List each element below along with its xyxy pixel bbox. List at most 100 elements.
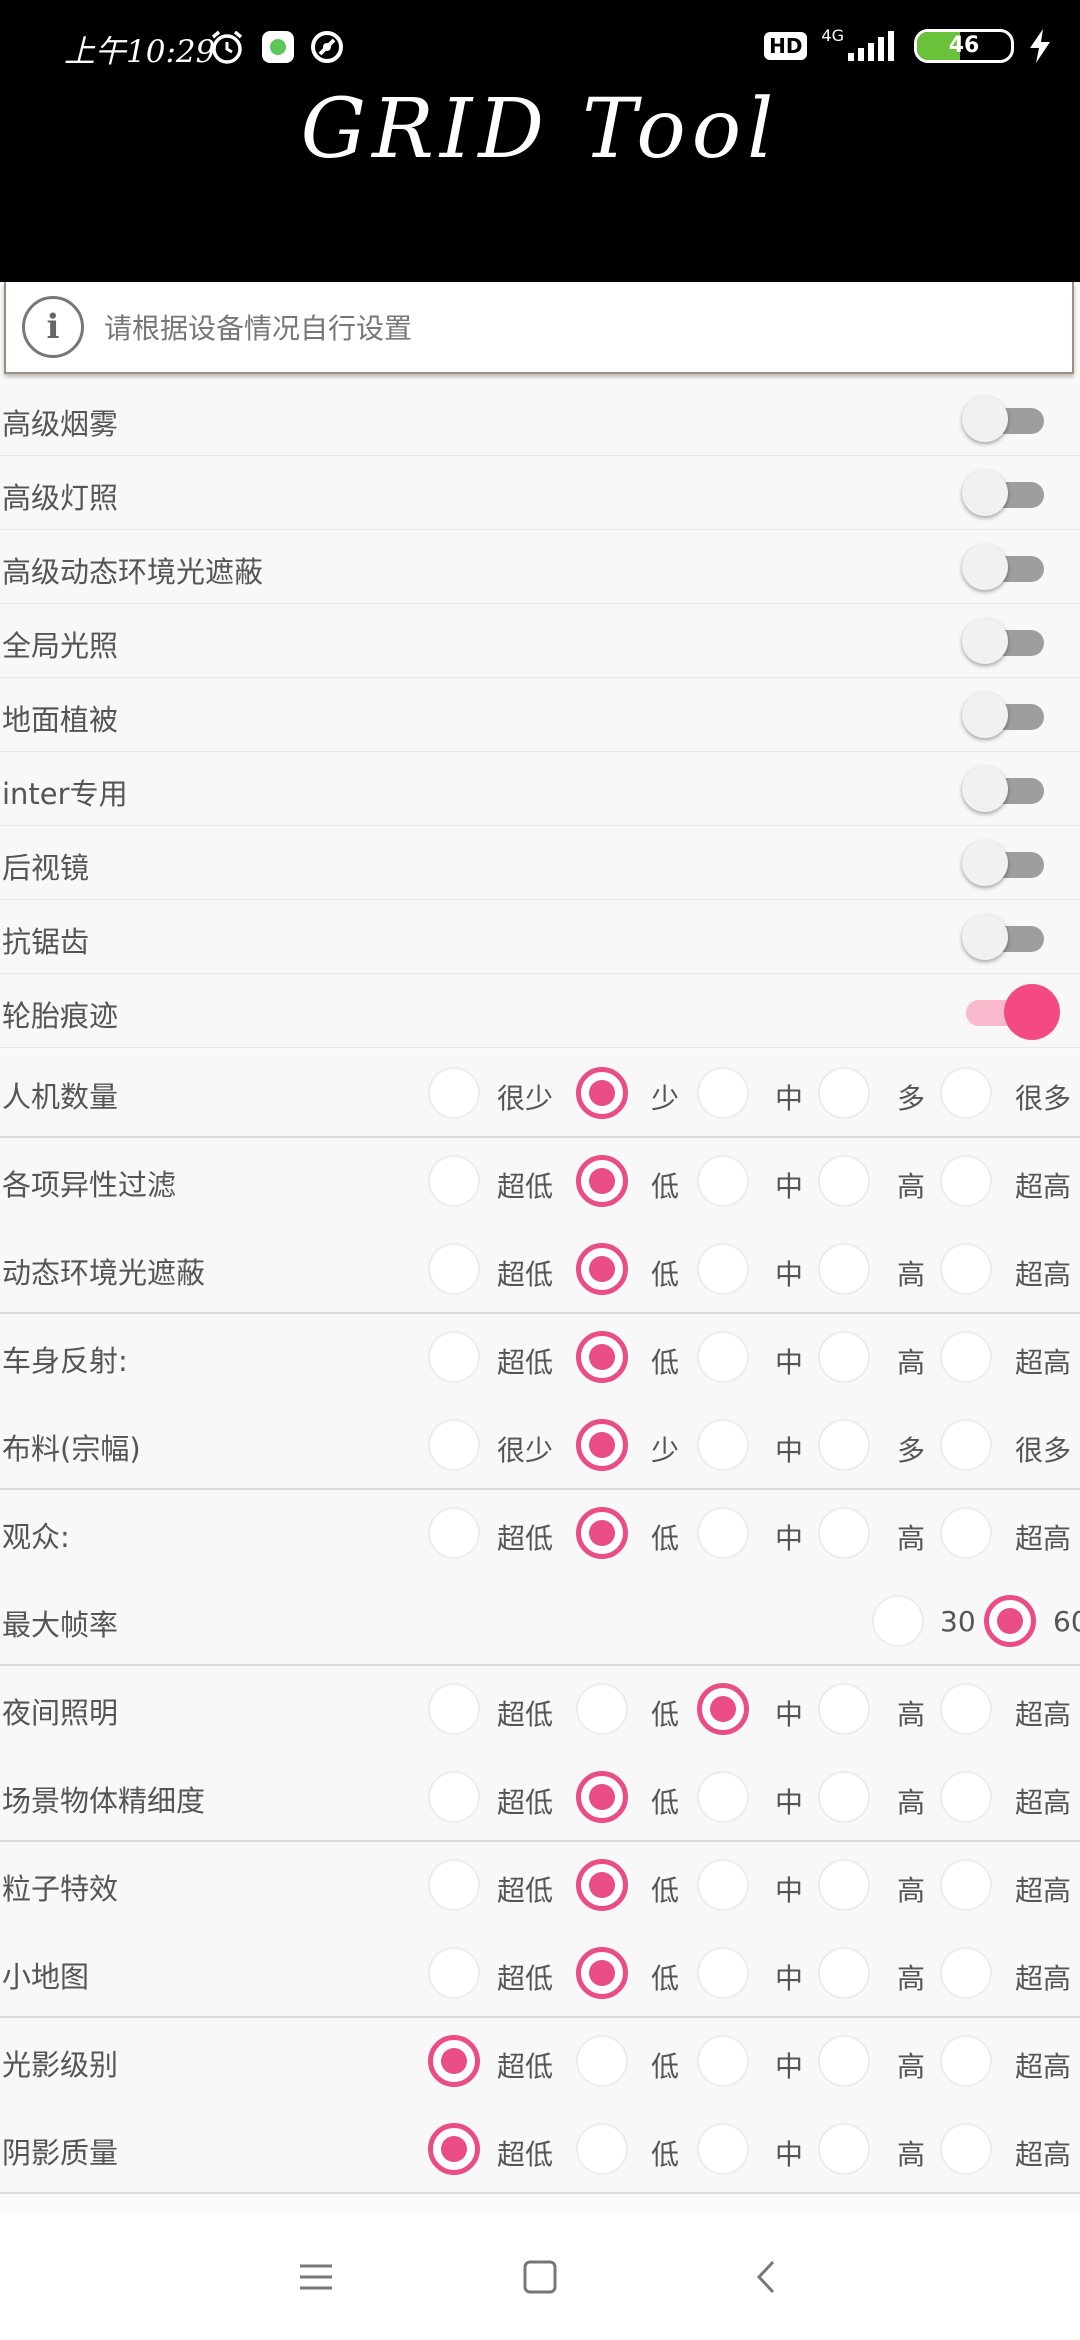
radio-button[interactable] (576, 1155, 628, 1207)
radio-option-label[interactable]: 超高 (1015, 1341, 1071, 1381)
radio-button[interactable] (940, 1155, 992, 1207)
radio-option-label[interactable]: 中 (775, 1077, 803, 1117)
radio-button[interactable] (576, 1683, 628, 1735)
radio-button[interactable] (818, 1155, 870, 1207)
radio-option-label[interactable]: 多 (897, 1429, 925, 1469)
radio-button[interactable] (697, 1067, 749, 1119)
radio-option-label[interactable]: 少 (651, 1077, 679, 1117)
radio-option-label[interactable]: 超高 (1015, 1693, 1071, 1733)
radio-option-label[interactable]: 高 (897, 1165, 925, 1205)
radio-option-label[interactable]: 超高 (1015, 1869, 1071, 1909)
radio-button[interactable] (428, 1507, 480, 1559)
radio-option-label[interactable]: 中 (775, 1693, 803, 1733)
radio-button[interactable] (428, 1243, 480, 1295)
toggle-switch[interactable] (962, 984, 1060, 1040)
radio-option-label[interactable]: 低 (651, 1517, 679, 1557)
radio-option-label[interactable]: 高 (897, 2045, 925, 2085)
radio-option-label[interactable]: 低 (651, 2045, 679, 2085)
radio-button[interactable] (576, 1859, 628, 1911)
back-icon[interactable] (743, 2252, 793, 2302)
radio-option-label[interactable]: 低 (651, 1253, 679, 1293)
radio-option-label[interactable]: 超低 (497, 1957, 553, 1997)
radio-button[interactable] (818, 1859, 870, 1911)
radio-option-label[interactable]: 超高 (1015, 2045, 1071, 2085)
radio-option-label[interactable]: 低 (651, 1165, 679, 1205)
radio-button[interactable] (818, 1771, 870, 1823)
radio-option-label[interactable]: 很多 (1015, 1077, 1071, 1117)
toggle-switch[interactable] (962, 914, 1048, 960)
radio-option-label[interactable]: 超高 (1015, 1517, 1071, 1557)
radio-button[interactable] (818, 1683, 870, 1735)
radio-option-label[interactable]: 高 (897, 1781, 925, 1821)
radio-button[interactable] (940, 1507, 992, 1559)
home-icon[interactable] (515, 2252, 565, 2302)
radio-option-label[interactable]: 高 (897, 1517, 925, 1557)
radio-option-label[interactable]: 中 (775, 1253, 803, 1293)
radio-option-label[interactable]: 超低 (497, 2045, 553, 2085)
radio-option-label[interactable]: 中 (775, 2133, 803, 2173)
radio-option-label[interactable]: 中 (775, 1517, 803, 1557)
radio-option-label[interactable]: 高 (897, 2133, 925, 2173)
radio-button[interactable] (818, 1243, 870, 1295)
radio-option-label[interactable]: 高 (897, 1253, 925, 1293)
radio-button[interactable] (940, 1419, 992, 1471)
toggle-switch[interactable] (962, 766, 1048, 812)
radio-option-label[interactable]: 少 (651, 1429, 679, 1469)
radio-option-label[interactable]: 高 (897, 1869, 925, 1909)
radio-button[interactable] (818, 2035, 870, 2087)
radio-option-label[interactable]: 低 (651, 1957, 679, 1997)
radio-button[interactable] (940, 1683, 992, 1735)
radio-option-label[interactable]: 中 (775, 1341, 803, 1381)
radio-button[interactable] (697, 1155, 749, 1207)
radio-option-label[interactable]: 高 (897, 1341, 925, 1381)
radio-button[interactable] (818, 1947, 870, 1999)
radio-button[interactable] (940, 1947, 992, 1999)
radio-button[interactable] (428, 1947, 480, 1999)
toggle-switch[interactable] (962, 544, 1048, 590)
radio-button[interactable] (428, 1683, 480, 1735)
radio-button[interactable] (818, 1331, 870, 1383)
radio-option-label[interactable]: 很少 (497, 1429, 553, 1469)
radio-option-label[interactable]: 30 (940, 1605, 976, 1638)
radio-button[interactable] (940, 2123, 992, 2175)
radio-option-label[interactable]: 低 (651, 2133, 679, 2173)
radio-option-label[interactable]: 超高 (1015, 1253, 1071, 1293)
radio-option-label[interactable]: 多 (897, 1077, 925, 1117)
radio-button[interactable] (818, 1507, 870, 1559)
radio-button[interactable] (428, 1155, 480, 1207)
radio-option-label[interactable]: 中 (775, 2045, 803, 2085)
toggle-switch[interactable] (962, 618, 1048, 664)
radio-button[interactable] (940, 1067, 992, 1119)
radio-button[interactable] (697, 1243, 749, 1295)
toggle-switch[interactable] (962, 396, 1048, 442)
radio-option-label[interactable]: 超低 (497, 1693, 553, 1733)
radio-option-label[interactable]: 中 (775, 1781, 803, 1821)
radio-button[interactable] (940, 1243, 992, 1295)
radio-button[interactable] (428, 1859, 480, 1911)
radio-button[interactable] (428, 2035, 480, 2087)
radio-option-label[interactable]: 低 (651, 1781, 679, 1821)
radio-button[interactable] (697, 1947, 749, 1999)
radio-button[interactable] (428, 2123, 480, 2175)
radio-option-label[interactable]: 中 (775, 1165, 803, 1205)
radio-button[interactable] (576, 1771, 628, 1823)
radio-option-label[interactable]: 很多 (1015, 1429, 1071, 1469)
radio-option-label[interactable]: 超高 (1015, 2133, 1071, 2173)
radio-button[interactable] (697, 1683, 749, 1735)
radio-option-label[interactable]: 中 (775, 1429, 803, 1469)
radio-button[interactable] (697, 1419, 749, 1471)
radio-button[interactable] (576, 2123, 628, 2175)
radio-button[interactable] (940, 2035, 992, 2087)
radio-button[interactable] (818, 2123, 870, 2175)
radio-button[interactable] (940, 1771, 992, 1823)
radio-option-label[interactable]: 超高 (1015, 1781, 1071, 1821)
radio-option-label[interactable]: 超低 (497, 1781, 553, 1821)
radio-button[interactable] (428, 1331, 480, 1383)
radio-button[interactable] (697, 1507, 749, 1559)
radio-button[interactable] (818, 1067, 870, 1119)
radio-option-label[interactable]: 中 (775, 1957, 803, 1997)
radio-option-label[interactable]: 超低 (497, 1253, 553, 1293)
radio-option-label[interactable]: 中 (775, 1869, 803, 1909)
radio-button[interactable] (428, 1771, 480, 1823)
radio-button[interactable] (576, 1507, 628, 1559)
